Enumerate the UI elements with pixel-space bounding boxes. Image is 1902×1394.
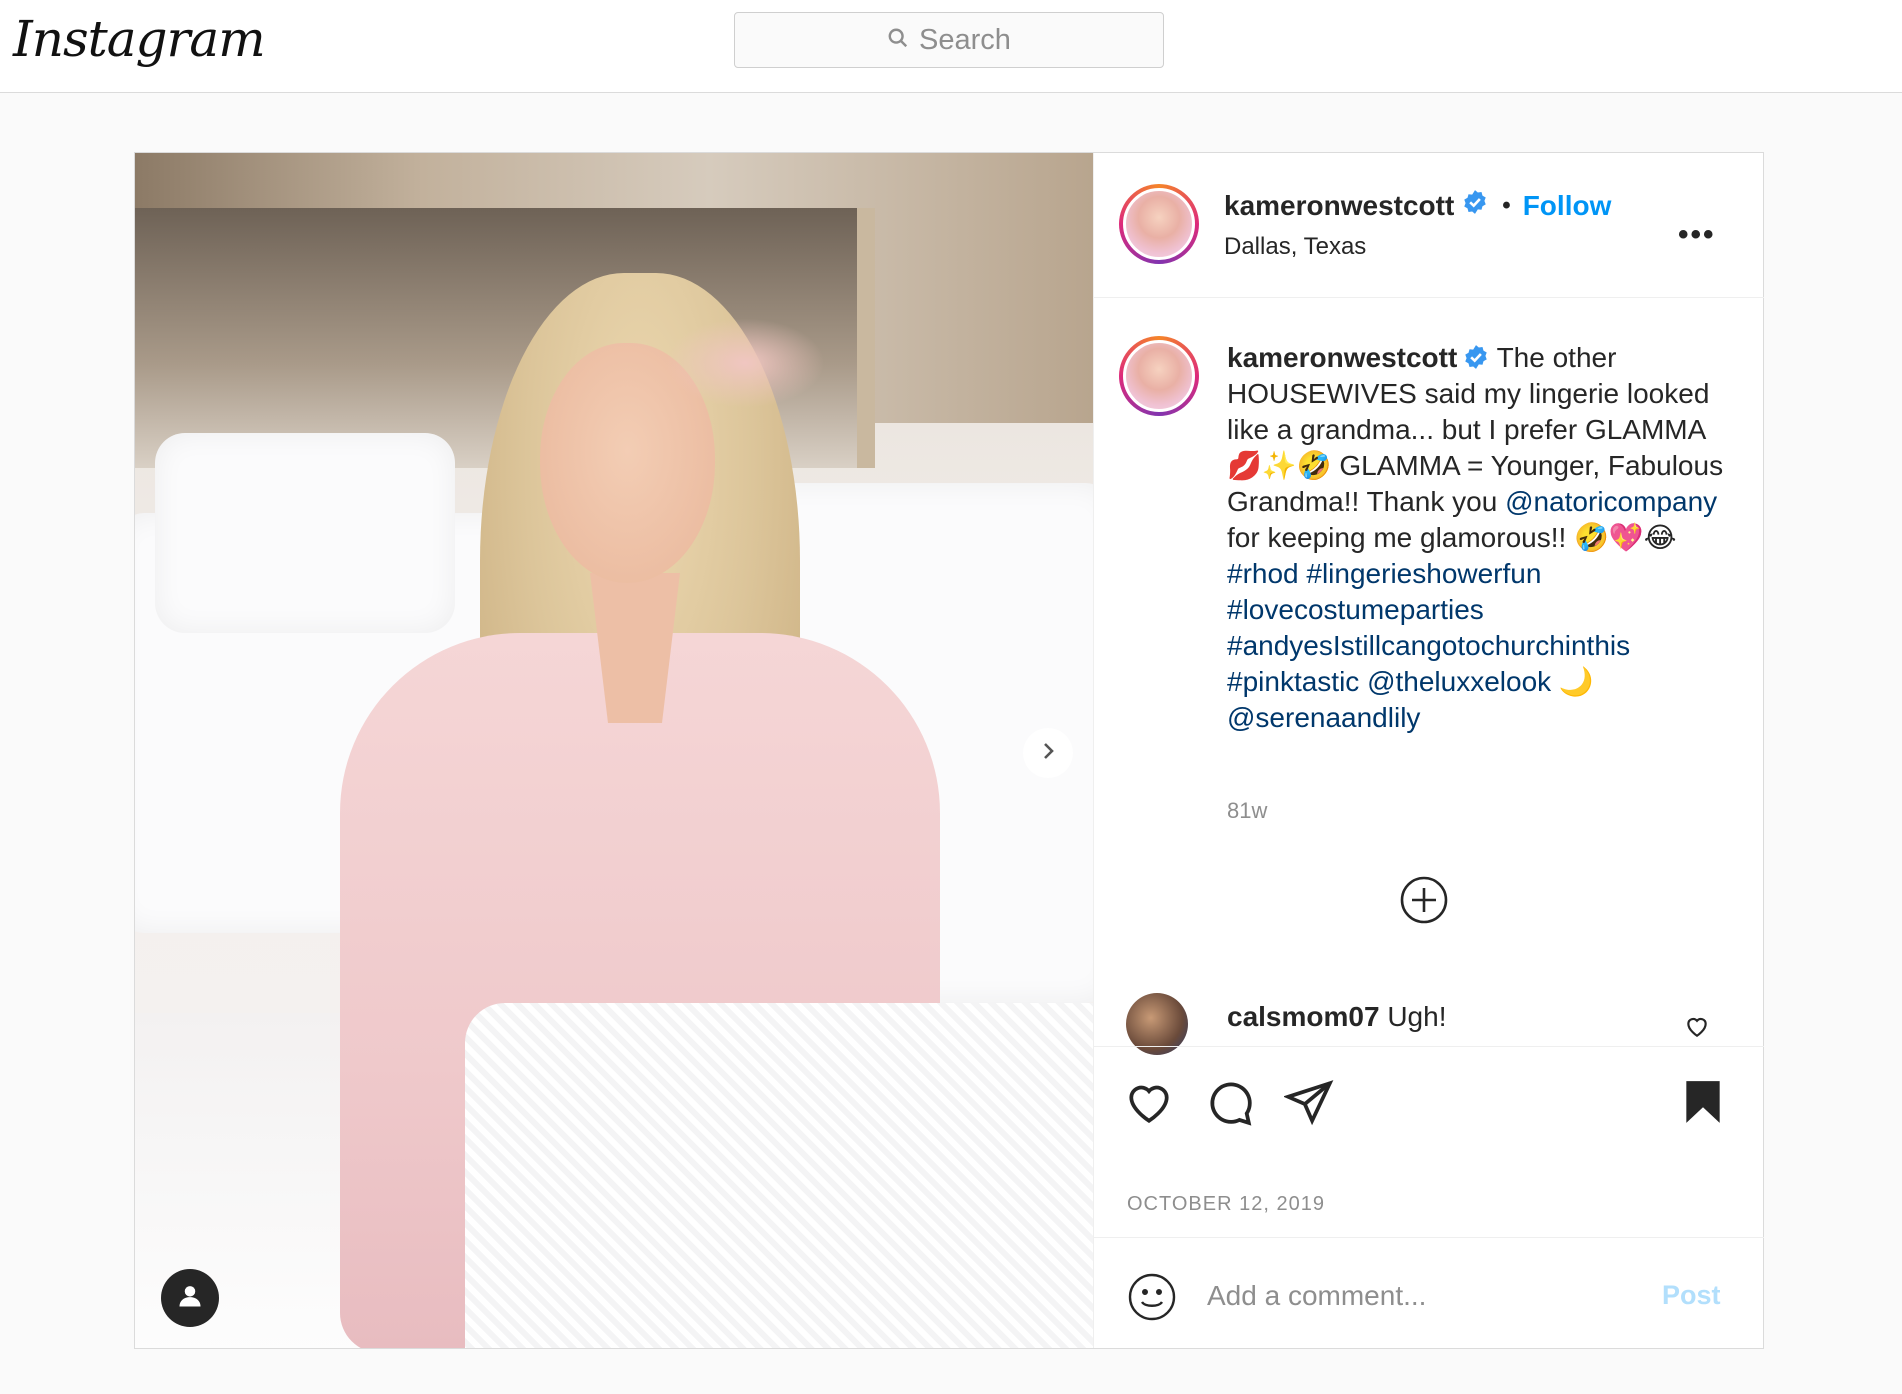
add-comment-bar: Post — [1094, 1237, 1764, 1348]
author-avatar[interactable] — [1119, 184, 1199, 264]
mention-link[interactable]: @natoricompany — [1505, 486, 1717, 517]
author-username[interactable]: kameronwestcott — [1224, 190, 1454, 222]
action-bar — [1094, 1046, 1764, 1146]
post-caption-area: kameronwestcott The other HOUSEWIVES sai… — [1094, 298, 1764, 1043]
caption-avatar[interactable] — [1119, 336, 1199, 416]
verified-badge-icon — [1462, 189, 1488, 222]
comment-text: calsmom07 Ugh! — [1227, 1001, 1446, 1033]
search-box[interactable]: Search — [734, 12, 1164, 68]
author-line: kameronwestcott • Follow — [1224, 189, 1611, 222]
more-options-icon[interactable]: ••• — [1678, 218, 1716, 252]
chevron-right-icon — [1038, 741, 1058, 766]
image-pillow-back — [155, 433, 455, 633]
image-feather — [665, 318, 825, 408]
post-date[interactable]: OCTOBER 12, 2019 — [1127, 1193, 1325, 1216]
top-nav: Instagram Search — [0, 0, 1902, 93]
search-placeholder: Search — [919, 23, 1011, 56]
caption-body-2: for keeping me glamorous!! 🤣💖😂 — [1227, 522, 1677, 553]
caption-text: kameronwestcott The other HOUSEWIVES sai… — [1227, 340, 1732, 736]
user-tag-icon — [176, 1282, 204, 1315]
mention-link[interactable]: @theluxxelook — [1359, 666, 1551, 697]
add-comment-input[interactable] — [1207, 1276, 1627, 1316]
instagram-logo[interactable]: Instagram — [13, 10, 266, 68]
post-comment-button[interactable]: Post — [1662, 1280, 1721, 1311]
post-location[interactable]: Dallas, Texas — [1224, 233, 1366, 261]
post-card: kameronwestcott • Follow Dallas, Texas •… — [134, 152, 1764, 1349]
follow-button[interactable]: Follow — [1523, 190, 1612, 222]
caption-body-3: 🌙 — [1551, 666, 1594, 697]
caption-username[interactable]: kameronwestcott — [1227, 342, 1457, 373]
post-sidebar: kameronwestcott • Follow Dallas, Texas •… — [1093, 153, 1764, 1348]
caption-age[interactable]: 81w — [1227, 798, 1267, 824]
image-blanket — [465, 1003, 1093, 1348]
comment-body: Ugh! — [1379, 1001, 1447, 1032]
verified-badge-icon — [1457, 342, 1489, 373]
post-image[interactable] — [135, 153, 1093, 1348]
post-header: kameronwestcott • Follow Dallas, Texas •… — [1094, 153, 1764, 298]
next-image-button[interactable] — [1023, 728, 1073, 778]
commenter-username[interactable]: calsmom07 — [1227, 1001, 1380, 1032]
tagged-users-button[interactable] — [161, 1269, 219, 1327]
separator-dot: • — [1502, 191, 1511, 219]
search-icon — [887, 24, 909, 57]
mention-link[interactable]: @serenaandlily — [1227, 702, 1420, 733]
